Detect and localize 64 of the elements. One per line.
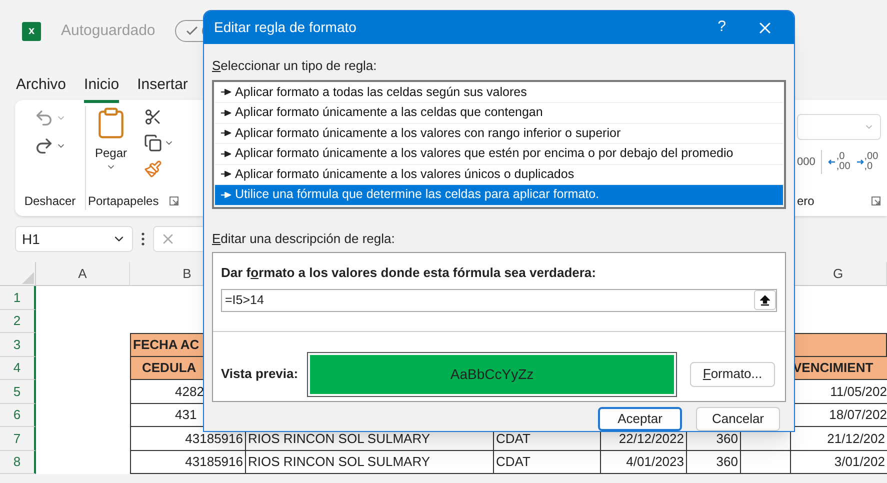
paste-label[interactable]: Pegar <box>94 144 128 162</box>
table-cell: 3/01/202 <box>790 450 887 474</box>
thousands-separator-button[interactable]: 000 <box>797 154 816 170</box>
arrow-icon <box>856 158 864 166</box>
table-cell: 360 <box>686 450 740 474</box>
column-header[interactable]: B <box>182 264 192 284</box>
rule-type-item[interactable]: Aplicar formato únicamente a los valores que estén por encima o por debajo del promedio <box>215 144 783 164</box>
excel-logo-icon: x <box>22 22 41 40</box>
row-header[interactable]: 2 <box>0 310 36 333</box>
rule-type-item[interactable]: Aplicar formato únicamente a los valores con rango inferior o superior <box>215 124 783 144</box>
group-label: Portapapeles <box>88 193 159 210</box>
bullet-arrow-icon <box>221 171 231 178</box>
ribbon-tab[interactable]: Archivo <box>16 62 66 102</box>
undo-icon[interactable] <box>34 108 54 128</box>
check-icon <box>186 26 198 36</box>
decimal-places-button[interactable]: ,0 ,00 <box>828 152 850 172</box>
redo-icon[interactable] <box>34 136 54 156</box>
bullet-arrow-icon <box>221 110 231 116</box>
more-options-icon[interactable] <box>141 232 145 246</box>
section-label: Seleccionar un tipo de regla: <box>212 57 378 75</box>
row-header[interactable]: 6 <box>0 404 36 427</box>
row-header[interactable]: 1 <box>0 286 36 310</box>
decimal-places-button[interactable]: ,00 ,0 <box>856 152 878 172</box>
ribbon-tab[interactable]: Insertar <box>137 62 188 102</box>
bullet-arrow-icon <box>221 130 231 136</box>
collapse-dialog-button[interactable] <box>754 290 776 310</box>
dialog-launcher-icon[interactable] <box>168 196 179 206</box>
format-button[interactable]: Formato... <box>690 362 775 386</box>
name-box[interactable]: H1 <box>15 226 133 252</box>
empty-cell <box>740 450 790 474</box>
row-header[interactable]: 3 <box>0 333 36 356</box>
column-header[interactable]: G <box>832 264 844 284</box>
help-button[interactable]: ? <box>718 16 726 39</box>
column-header[interactable]: A <box>78 264 87 284</box>
table-cell: 4/01/2023 <box>600 450 686 474</box>
rule-type-item[interactable]: Utilice una fórmula que determine las celdas para aplicar formato. <box>215 185 783 206</box>
row-header[interactable]: 7 <box>0 427 36 450</box>
format-painter-icon[interactable] <box>144 160 162 178</box>
dialog-button[interactable]: Cancelar <box>696 407 780 431</box>
dialog-button[interactable]: Aceptar <box>598 407 682 431</box>
bullet-arrow-icon <box>221 192 231 198</box>
table-cell: CDAT <box>493 450 600 474</box>
dialog-launcher-icon[interactable] <box>871 196 881 206</box>
autosave-label: Autoguardado <box>61 20 156 41</box>
rule-type-item[interactable]: Aplicar formato únicamente a las celdas que contengan <box>215 103 783 124</box>
section-label: Editar una descripción de regla: <box>212 230 396 248</box>
upload-arrow-icon <box>760 294 770 306</box>
group-label: ero <box>797 193 814 210</box>
table-cell: 43185916 <box>130 450 245 474</box>
row-header[interactable]: 5 <box>0 380 36 404</box>
group-label: Deshacer <box>24 193 76 210</box>
rule-type-item[interactable]: Aplicar formato a todas las celdas según sus valores <box>215 82 783 103</box>
preview-sample-text: AaBbCcYyZz <box>450 364 534 384</box>
row-header[interactable]: 8 <box>0 450 36 474</box>
formula-input[interactable]: =I5>14 <box>221 288 777 312</box>
bullet-arrow-icon <box>221 150 231 157</box>
arrow-icon <box>828 158 836 166</box>
cut-icon[interactable] <box>144 108 162 126</box>
formula-label: Dar formato a los valores donde esta fórmula sea verdadera: <box>221 264 597 282</box>
bullet-arrow-icon <box>221 89 231 96</box>
dialog-title: Editar regla de formato <box>214 18 356 37</box>
copy-icon[interactable] <box>144 134 162 152</box>
row-header[interactable]: 4 <box>0 356 36 380</box>
table-cell: RIOS RINCON SOL SULMARY <box>245 450 493 474</box>
